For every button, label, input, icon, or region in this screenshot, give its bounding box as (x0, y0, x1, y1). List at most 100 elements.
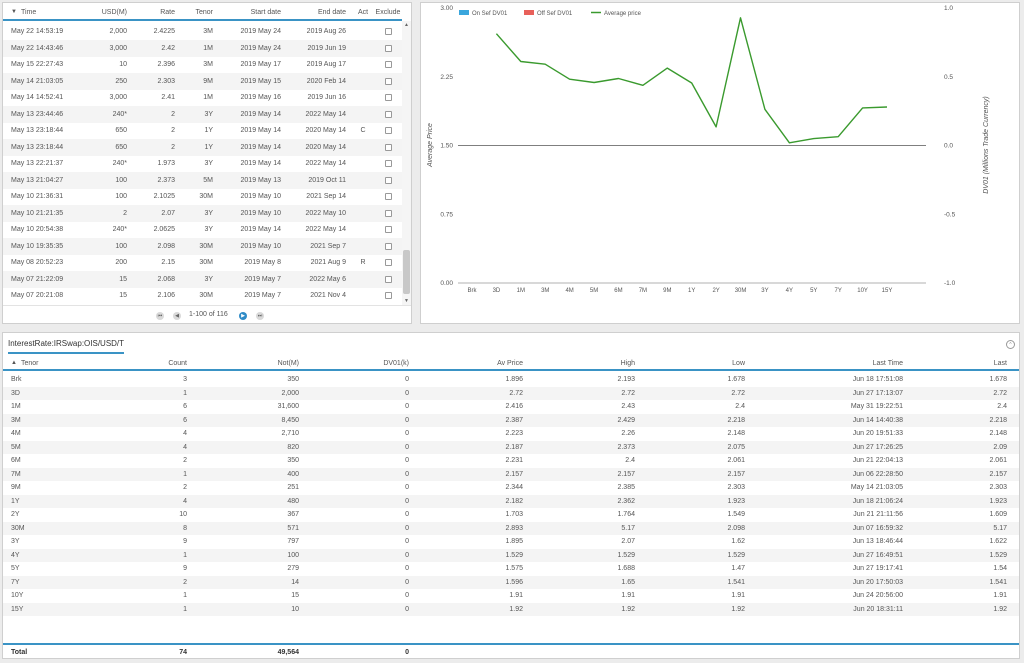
trade-cell-rate: 2.42 (161, 44, 175, 52)
exclude-checkbox[interactable] (384, 94, 392, 102)
col-header-high[interactable]: High (589, 355, 635, 371)
summary-cell-last: 1.54 (993, 565, 1007, 573)
exclude-checkbox[interactable] (384, 77, 392, 85)
first-page-icon[interactable]: ⏮ (156, 312, 164, 320)
table-row[interactable]: 9M 2 251 0 2.344 2.385 2.303 May 14 21:03:05 2.3… (3, 481, 1019, 495)
table-row[interactable]: May 10 21:21:35 2 2.07 3Y 2019 May 10 2022 Ma… (3, 204, 402, 222)
col-header-act[interactable]: Act (355, 3, 371, 21)
col-header-avprice[interactable]: Av Price (475, 355, 523, 371)
exclude-checkbox[interactable] (384, 242, 392, 250)
table-row[interactable]: May 22 14:43:46 3,000 2.42 1M 2019 May 24 201… (3, 39, 402, 57)
x-tick-label: 7Y (835, 288, 842, 294)
summary-cell-not: 480 (287, 497, 299, 505)
table-row[interactable]: 3Y 9 797 0 1.895 2.07 1.62 Jun 13 18:46:44 1.622 (3, 535, 1019, 549)
table-row[interactable]: May 13 23:18:44 650 2 1Y 2019 May 14 2020 May… (3, 138, 402, 156)
exclude-checkbox[interactable] (384, 259, 392, 267)
exclude-checkbox[interactable] (384, 44, 392, 52)
col-header-low[interactable]: Low (699, 355, 745, 371)
summary-cell-lasttime: Jun 24 20:56:00 (852, 592, 903, 600)
table-row[interactable]: May 07 21:22:09 15 2.068 3Y 2019 May 7 2022 M… (3, 270, 402, 288)
exclude-checkbox[interactable] (384, 226, 392, 234)
table-row[interactable]: May 13 21:04:27 100 2.373 5M 2019 May 13 2019… (3, 171, 402, 189)
last-page-icon[interactable]: ⏭ (256, 312, 264, 320)
exclude-checkbox[interactable] (384, 28, 392, 36)
table-row[interactable]: May 10 21:36:31 100 2.1025 30M 2019 May 10 20… (3, 188, 402, 205)
table-row[interactable]: 7Y 2 14 0 1.596 1.65 1.541 Jun 20 17:50:03 1.541 (3, 575, 1019, 589)
table-row[interactable]: May 13 22:21:37 240* 1.973 3Y 2019 May 14 202… (3, 155, 402, 172)
exclude-checkbox[interactable] (384, 61, 392, 69)
table-row[interactable]: May 10 20:54:38 240* 2.0625 3Y 2019 May 14 20… (3, 221, 402, 238)
col-header-exclude[interactable]: Exclude (375, 3, 401, 21)
table-row[interactable]: 5M 4 820 0 2.187 2.373 2.075 Jun 27 17:26:25 2.0… (3, 440, 1019, 454)
col-header-not[interactable]: Not(M) (253, 355, 299, 371)
table-row[interactable]: 4M 4 2,710 0 2.223 2.26 2.148 Jun 20 19:51:33 2.… (3, 427, 1019, 441)
table-row[interactable]: 30M 8 571 0 2.893 5.17 2.098 Jun 07 16:59:32 5.1… (3, 521, 1019, 535)
exclude-checkbox[interactable] (384, 292, 392, 300)
exclude-checkbox[interactable] (384, 209, 392, 217)
table-row[interactable]: 6M 2 350 0 2.231 2.4 2.061 Jun 21 22:04:13 2.061 (3, 454, 1019, 468)
summary-cell-count: 1 (183, 389, 187, 397)
exclude-checkbox[interactable] (384, 275, 392, 283)
table-row[interactable]: 7M 1 400 0 2.157 2.157 2.157 Jun 06 22:28:50 2.1… (3, 467, 1019, 481)
exclude-checkbox[interactable] (384, 127, 392, 135)
trades-scrollbar[interactable]: ▲ ▼ (402, 21, 411, 305)
exclude-checkbox[interactable] (384, 143, 392, 151)
table-row[interactable]: May 07 20:21:08 15 2.106 30M 2019 May 7 2021 … (3, 287, 402, 304)
table-row[interactable]: May 14 21:03:05 250 2.303 9M 2019 May 15 2020… (3, 72, 402, 90)
prev-page-icon[interactable]: ◀ (173, 312, 181, 320)
exclude-checkbox[interactable] (384, 176, 392, 184)
table-row[interactable]: May 15 22:27:43 10 2.396 3M 2019 May 17 2019 … (3, 56, 402, 73)
trade-cell-rate: 1.973 (157, 160, 175, 168)
exclude-checkbox-cell (375, 238, 401, 255)
exclude-checkbox[interactable] (384, 193, 392, 201)
y-tick-label: 3.00 (440, 5, 453, 12)
col-header-end[interactable]: End date (298, 3, 346, 21)
next-page-icon[interactable]: ▶ (239, 312, 247, 320)
table-row[interactable]: May 13 23:44:46 240* 2 3Y 2019 May 14 2022 Ma… (3, 105, 402, 123)
trade-cell-time: May 13 23:18:44 (11, 127, 64, 135)
table-row[interactable]: 2Y 10 367 0 1.703 1.764 1.549 Jun 21 21:11:56 1.… (3, 508, 1019, 522)
table-row[interactable]: 5Y 9 279 0 1.575 1.688 1.47 Jun 27 19:17:41 1.54 (3, 562, 1019, 576)
scroll-down-icon[interactable]: ▼ (402, 297, 411, 305)
table-row[interactable]: 15Y 1 10 0 1.92 1.92 1.92 Jun 20 18:31:11 1.92 (3, 602, 1019, 616)
summary-cell-count: 10 (179, 511, 187, 519)
summary-tab[interactable]: InterestRate:IRSwap:OIS/USD/T (8, 339, 125, 354)
col-header-last[interactable]: Last (963, 355, 1007, 371)
table-row[interactable]: May 08 20:52:23 200 2.15 30M 2019 May 8 2021 … (3, 254, 402, 271)
col-header-tenor[interactable]: ▲ Tenor (11, 355, 71, 371)
table-row[interactable]: 3M 6 8,450 0 2.387 2.429 2.218 Jun 14 14:40:38 2… (3, 413, 1019, 427)
summary-cell-low: 1.91 (731, 592, 745, 600)
table-row[interactable]: May 10 19:35:35 100 2.098 30M 2019 May 10 202… (3, 237, 402, 255)
table-row[interactable]: Brk 3 350 0 1.896 2.193 1.678 Jun 18 17:51:08 1.… (3, 373, 1019, 387)
table-row[interactable]: 1M 6 31,600 0 2.416 2.43 2.4 May 31 19:22:51 2.4 (3, 400, 1019, 414)
scroll-up-icon[interactable]: ▲ (402, 21, 411, 29)
table-row[interactable]: May 13 23:18:44 650 2 1Y 2019 May 14 2020 May… (3, 122, 402, 139)
table-row[interactable]: 1Y 4 480 0 2.182 2.362 1.923 Jun 18 21:06:24 1.9… (3, 494, 1019, 508)
table-row[interactable]: 10Y 1 15 0 1.91 1.91 1.91 Jun 24 20:56:00 1.91 (3, 589, 1019, 603)
col-header-rate[interactable]: Rate (143, 3, 175, 21)
col-header-lasttime[interactable]: Last Time (843, 355, 903, 371)
trade-cell-act: C (360, 127, 366, 135)
col-header-usd[interactable]: USD(M) (95, 3, 127, 21)
table-row[interactable]: 3D 1 2,000 0 2.72 2.72 2.72 Jun 27 17:13:07 2.72 (3, 386, 1019, 400)
col-header-count[interactable]: Count (143, 355, 187, 371)
col-header-tenor[interactable]: Tenor (183, 3, 213, 21)
col-header-dv01[interactable]: DV01(k) (363, 355, 409, 371)
collapse-icon[interactable]: ⌃ (1006, 340, 1015, 349)
exclude-checkbox[interactable] (384, 160, 392, 168)
col-header-start[interactable]: Start date (233, 3, 281, 21)
exclude-checkbox[interactable] (384, 110, 392, 118)
summary-cell-count: 9 (183, 538, 187, 546)
summary-cell-lasttime: Jun 20 17:50:03 (852, 578, 903, 586)
trade-cell-act (355, 205, 371, 222)
table-row[interactable]: May 14 14:52:41 3,000 2.41 1M 2019 May 16 201… (3, 89, 402, 106)
summary-cell-not: 8,450 (281, 416, 299, 424)
table-row[interactable]: May 22 14:53:19 2,000 2.4225 3M 2019 May 24 2… (3, 23, 402, 40)
col-header-time[interactable]: ▼ Time (11, 3, 61, 21)
summary-cell-count: 4 (183, 497, 187, 505)
trade-cell-usd: 240* (112, 226, 127, 234)
table-row[interactable]: 4Y 1 100 0 1.529 1.529 1.529 Jun 27 16:49:51 1.5… (3, 548, 1019, 562)
summary-cell-avprice: 2.416 (505, 403, 523, 411)
scroll-thumb[interactable] (403, 250, 410, 294)
y2-tick-label: -1.0 (944, 280, 956, 287)
